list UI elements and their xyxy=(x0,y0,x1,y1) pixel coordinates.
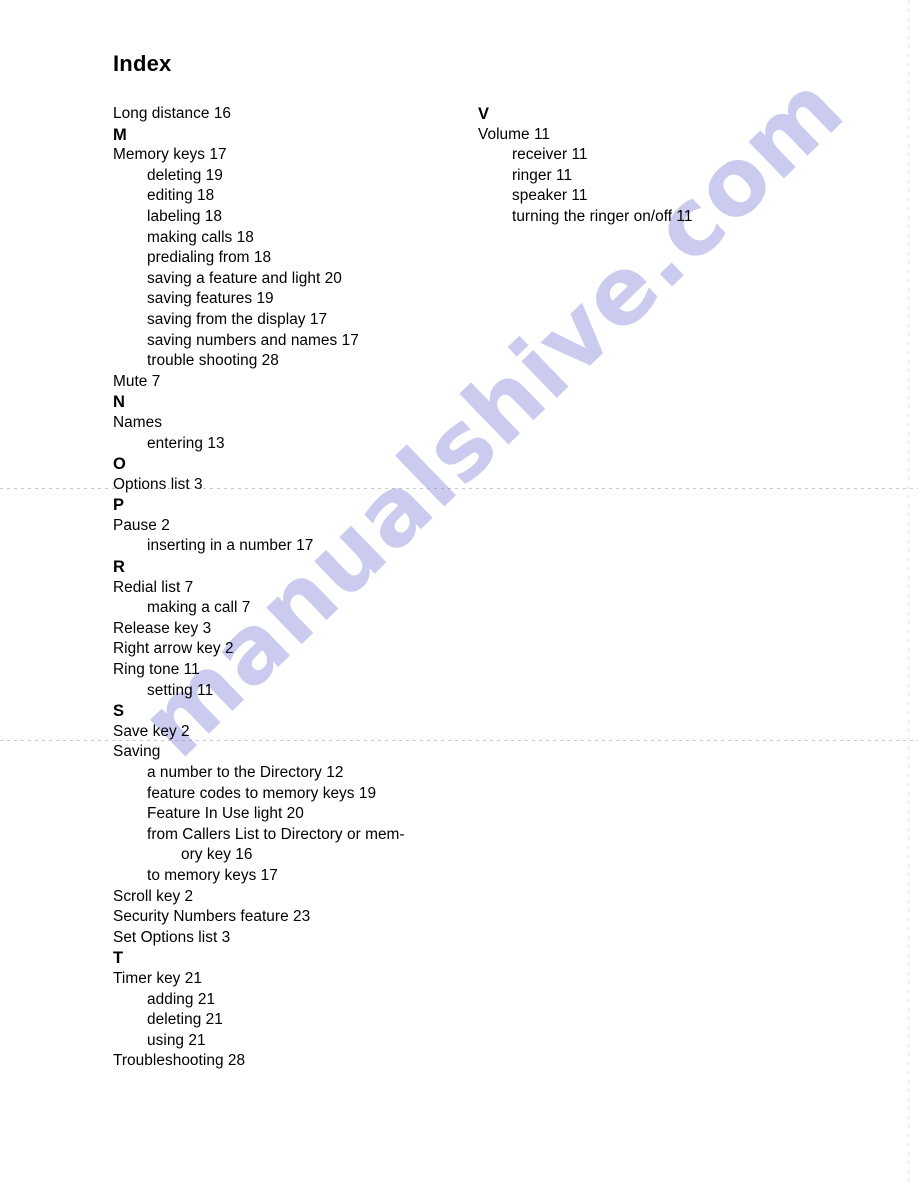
index-entry: Scroll key 2 xyxy=(113,887,194,905)
index-entry: making a call 7 xyxy=(147,599,251,617)
index-entry: Ring tone 11 xyxy=(113,661,200,679)
index-entry: Redial list 7 xyxy=(113,578,194,596)
index-column-right: V Volume 11 receiver 11 ringer 11 speaker 11… xyxy=(478,104,808,228)
index-section-letter: N xyxy=(113,393,125,412)
index-entry: Security Numbers feature 23 xyxy=(113,908,311,926)
index-entry: saving a feature and light 20 xyxy=(147,269,342,287)
index-entry: Pause 2 xyxy=(113,516,170,534)
scan-artifact-line-right xyxy=(908,0,909,1188)
index-section-letter: O xyxy=(113,455,126,474)
index-entry: Options list 3 xyxy=(113,475,203,493)
index-entry: setting 11 xyxy=(147,681,214,699)
index-entry: Right arrow key 2 xyxy=(113,640,234,658)
index-section-letter: V xyxy=(478,105,490,123)
index-entry: Volume 11 xyxy=(478,125,551,143)
document-page: manualshive.com Index Long distance 16 M M… xyxy=(0,0,918,1188)
index-entry: labeling 18 xyxy=(147,207,223,225)
index-section-letter: S xyxy=(113,702,125,721)
index-entry: predialing from 18 xyxy=(147,249,272,267)
index-entry: entering 13 xyxy=(147,434,225,452)
index-entry: turning the ringer on/off 11 xyxy=(512,207,693,225)
index-entry: Saving xyxy=(113,743,161,761)
index-column-left: Long distance 16 M Memory keys 17 deleting … xyxy=(113,104,453,1072)
index-entry: saving features 19 xyxy=(147,290,274,308)
index-entry: trouble shooting 28 xyxy=(147,352,279,370)
index-entry: Troubleshooting 28 xyxy=(113,1052,246,1070)
index-entry: deleting 21 xyxy=(147,1011,223,1029)
index-entry: inserting in a number 17 xyxy=(147,537,314,555)
index-entry: Mute 7 xyxy=(113,372,161,390)
index-entry: using 21 xyxy=(147,1031,206,1049)
index-entry: ringer 11 xyxy=(512,166,573,184)
index-section-letter: R xyxy=(113,558,125,577)
index-section-letter: P xyxy=(113,496,125,515)
page-content: Index Long distance 16 M Memory keys 17 del… xyxy=(0,0,918,1188)
index-entry: Memory keys 17 xyxy=(113,146,227,164)
index-entry: a number to the Directory 12 xyxy=(147,764,344,781)
page-title: Index xyxy=(113,51,172,76)
index-entry: adding 21 xyxy=(147,990,216,1008)
index-entry: editing 18 xyxy=(147,187,215,205)
index-entry: from Callers List to Directory or mem- xyxy=(147,825,405,843)
index-entry: feature codes to memory keys 19 xyxy=(147,784,377,802)
scan-artifact-line-upper xyxy=(0,488,918,489)
index-entry: Long distance 16 xyxy=(113,105,232,122)
index-section-letter: M xyxy=(113,125,127,144)
index-entry: making calls 18 xyxy=(147,228,254,246)
index-entry: Names xyxy=(113,413,162,431)
index-entry: speaker 11 xyxy=(512,187,588,205)
index-entry: Timer key 21 xyxy=(113,969,202,987)
index-entry: receiver 11 xyxy=(512,146,588,164)
index-section-letter: T xyxy=(113,949,124,968)
index-entry: saving from the display 17 xyxy=(147,310,328,328)
index-entry: saving numbers and names 17 xyxy=(147,331,359,349)
index-entry: deleting 19 xyxy=(147,166,223,184)
index-entry: Release key 3 xyxy=(113,619,212,637)
index-entry: to memory keys 17 xyxy=(147,866,278,884)
scan-artifact-line-lower xyxy=(0,740,918,741)
index-entry: Set Options list 3 xyxy=(113,928,231,946)
index-entry: ory key 16 xyxy=(181,846,253,864)
index-entry: Feature In Use light 20 xyxy=(147,805,304,823)
